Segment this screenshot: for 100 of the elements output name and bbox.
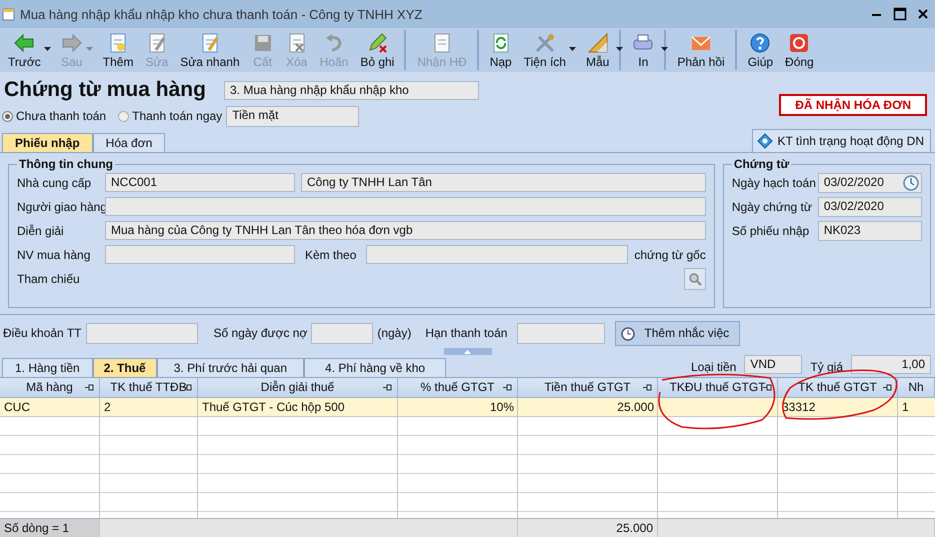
pin-icon[interactable] <box>383 384 392 391</box>
field-suffix: chứng từ gốc <box>634 248 706 262</box>
radio-button[interactable] <box>2 110 13 122</box>
pin-icon[interactable] <box>643 384 652 391</box>
credit-days-field[interactable] <box>311 322 374 344</box>
maximize-icon[interactable] <box>893 7 907 21</box>
close-icon[interactable] <box>917 8 929 20</box>
form-heading: Chứng từ mua hàng <box>4 78 207 102</box>
pencil-icon <box>366 32 388 54</box>
power-icon <box>788 32 810 54</box>
tab[interactable]: 3. Phí trước hải quan <box>156 358 304 377</box>
supplier-code-field[interactable]: NCC001 <box>105 173 295 192</box>
toolbar-button[interactable]: Giúp <box>742 30 780 70</box>
row-count: Số dòng = 1 <box>0 519 100 537</box>
toolbar-button[interactable]: In <box>626 30 666 70</box>
field-label: NV mua hàng <box>17 248 92 262</box>
caret-icon <box>44 47 51 51</box>
buyer-field[interactable] <box>105 245 295 264</box>
column-header[interactable]: TK thuế TTĐB <box>100 378 198 398</box>
table-cell-text: Thuế GTGT - Cúc hộp 500 <box>201 399 346 416</box>
column-header[interactable]: TKĐU thuế GTGT <box>658 378 778 398</box>
exchange-rate-field[interactable]: 1,00 <box>851 355 931 374</box>
caret-icon <box>86 47 93 51</box>
column-header[interactable]: Tiền thuế GTGT <box>518 378 658 398</box>
toolbar-button[interactable]: Trước <box>2 30 47 70</box>
tab[interactable]: 2. Thuế <box>92 358 157 377</box>
ruler-icon <box>586 32 609 54</box>
caret-icon <box>661 47 668 51</box>
column-header[interactable]: % thuế GTGT <box>398 378 518 398</box>
right-arrow-icon <box>60 32 83 54</box>
pin-icon[interactable] <box>503 384 512 391</box>
collapse-handle[interactable] <box>444 348 492 355</box>
table-cell-text: 10% <box>488 399 515 416</box>
table-cell-text: 25.000 <box>616 399 655 416</box>
pin-icon[interactable] <box>85 384 94 391</box>
check-status-button[interactable]: KT tình trạng hoạt động DN <box>752 129 931 152</box>
field-label: Diễn giải <box>17 224 65 238</box>
column-header[interactable]: Diễn giải thuế <box>198 378 398 398</box>
field-label: Ngày hạch toán <box>732 176 817 190</box>
toolbar-button[interactable]: Phản hồi <box>671 30 737 70</box>
deliverer-field[interactable] <box>105 197 706 216</box>
pin-icon[interactable] <box>883 384 892 391</box>
add-reminder-button[interactable]: Thêm nhắc việc <box>615 320 740 346</box>
voucher-field[interactable]: 03/02/2020 <box>818 196 922 216</box>
attachment-field[interactable] <box>366 245 628 264</box>
caret-icon <box>616 47 624 51</box>
radio-label[interactable]: Thanh toán ngay <box>132 109 222 123</box>
due-date-field[interactable] <box>517 322 606 344</box>
field-label: Ngày chứng từ <box>732 200 813 214</box>
search-icon <box>688 272 702 286</box>
tools-icon <box>534 32 556 54</box>
toolbar-button[interactable]: Bỏ ghi <box>354 30 406 70</box>
currency-field[interactable]: VND <box>744 355 802 374</box>
tab[interactable]: Phiếu nhập <box>2 133 93 152</box>
help-icon <box>749 32 772 54</box>
tab[interactable]: 4. Phí hàng về kho <box>304 358 446 377</box>
table-cell-text: 1 <box>901 399 910 416</box>
voucher-field[interactable]: 03/02/2020 <box>818 172 922 192</box>
app-icon <box>2 7 16 21</box>
tab[interactable]: 1. Hàng tiền <box>2 358 93 377</box>
radio-button[interactable] <box>118 110 130 122</box>
total-cell: 25.000 <box>518 519 658 537</box>
column-header[interactable]: Mã hàng <box>0 378 100 398</box>
window-title: Mua hàng nhập khẩu nhập kho chưa thanh toán - Công ty TNHH XYZ <box>20 6 424 22</box>
field-label: Số ngày được nợ <box>214 326 308 340</box>
field-label: Điều khoản TT <box>3 326 82 340</box>
payment-terms-field[interactable] <box>86 322 198 344</box>
supplier-name-field[interactable]: Công ty TNHH Lan Tân <box>301 173 706 192</box>
description-field[interactable]: Mua hàng của Công ty TNHH Lan Tân theo hóa đơn vgb <box>105 221 706 240</box>
status-stamp: ĐÃ NHẬN HÓA ĐƠN <box>779 94 927 116</box>
group-title: Thông tin chung <box>18 157 114 171</box>
payment-method-field[interactable]: Tiền mặt <box>226 106 360 126</box>
toolbar-button[interactable]: Mẫu <box>580 30 622 70</box>
toolbar-button[interactable]: Đóng <box>779 30 820 70</box>
field-label: Số phiếu nhập <box>732 224 810 238</box>
left-arrow-icon <box>13 32 36 54</box>
column-header[interactable]: TK thuế GTGT <box>778 378 898 398</box>
toolbar-button[interactable]: Sửa nhanh <box>174 30 246 70</box>
up-caret-icon <box>464 350 471 354</box>
table-row[interactable]: CUC 2 Thuế GTGT - Cúc hộp 500 10% 25.000 33312 1 <box>0 398 935 417</box>
table-cell-text: CUC <box>3 399 31 416</box>
voucher-type-field[interactable]: 3. Mua hàng nhập khẩu nhập kho <box>224 80 479 100</box>
unit-label: (ngày) <box>377 326 412 340</box>
field-label: Kèm theo <box>305 248 356 262</box>
radio-label[interactable]: Chưa thanh toán <box>16 109 106 123</box>
toolbar-button[interactable]: Thêm <box>96 30 140 70</box>
group-title: Chứng từ <box>732 157 790 171</box>
toolbar-button[interactable]: Tiện ích <box>518 30 572 70</box>
column-header[interactable]: Nh <box>898 378 935 398</box>
toolbar-button[interactable]: Nạp <box>484 30 518 70</box>
clock-icon[interactable] <box>902 174 920 192</box>
diamond-icon <box>757 133 774 149</box>
reference-button[interactable] <box>684 268 706 290</box>
alarm-clock-icon <box>620 325 636 341</box>
table-cell-text: 33312 <box>781 399 816 416</box>
tab[interactable]: Hóa đơn <box>92 133 166 152</box>
field-label: Nhà cung cấp <box>17 176 92 190</box>
caret-icon <box>568 47 576 51</box>
voucher-field[interactable]: NK023 <box>818 220 922 240</box>
field-label: Tham chiếu <box>17 272 81 286</box>
